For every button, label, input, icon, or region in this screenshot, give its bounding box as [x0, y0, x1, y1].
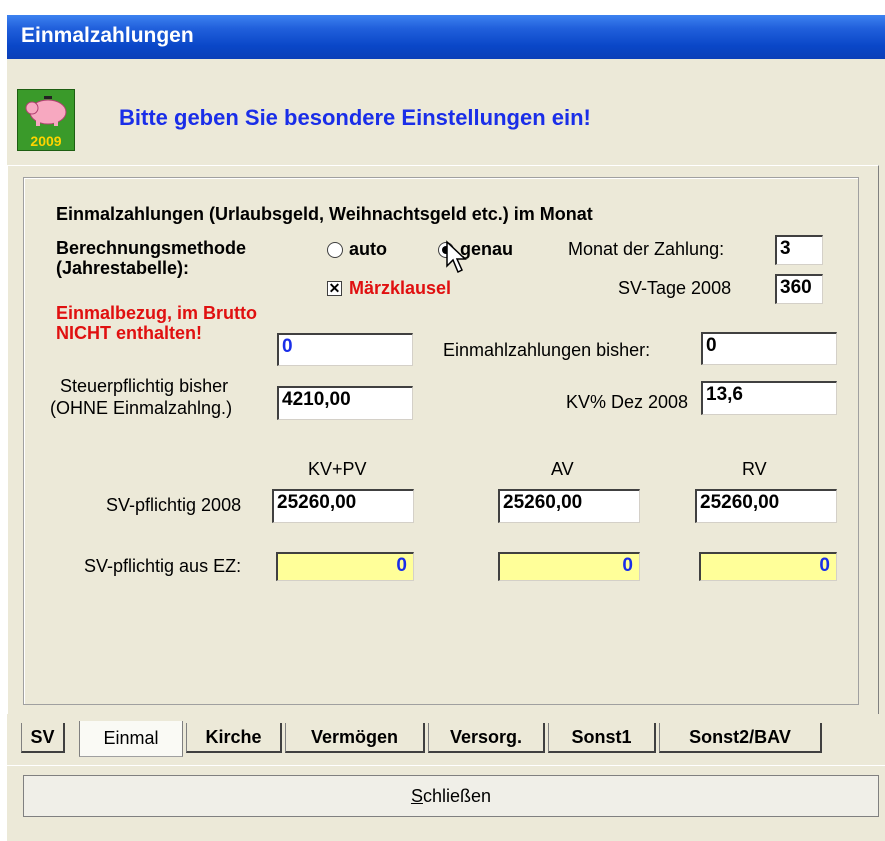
divider [7, 765, 885, 766]
kv-label: KV% Dez 2008 [566, 392, 689, 412]
sv-tage-input[interactable]: 360 [775, 274, 823, 304]
steuer-label-line2: (OHNE Einmalzahlng.) [50, 398, 233, 418]
title-bar[interactable]: Einmalzahlungen [7, 15, 885, 59]
bisher-input[interactable]: 0 [701, 332, 837, 365]
sv-pflichtig-rv-input[interactable]: 25260,00 [695, 489, 837, 523]
sv-ez-av-input[interactable]: 0 [498, 552, 640, 581]
col-header-av: AV [551, 459, 574, 479]
tab-vermoegen[interactable]: Vermögen [285, 723, 425, 753]
monat-input[interactable]: 3 [775, 235, 823, 265]
tab-sv[interactable]: SV [21, 723, 65, 753]
einmalbezug-label-line1: Einmalbezug, im Brutto [56, 303, 258, 323]
header-area: 2009 Bitte geben Sie besondere Einstellu… [7, 59, 885, 165]
section-heading: Einmalzahlungen (Urlaubsgeld, Weihnachts… [56, 204, 593, 224]
radio-auto[interactable] [327, 242, 343, 258]
sv-ez-kvpv-input[interactable]: 0 [276, 552, 414, 581]
sv-pflichtig-kvpv-input[interactable]: 25260,00 [272, 489, 414, 523]
sv-pflichtig-av-input[interactable]: 25260,00 [498, 489, 640, 523]
maerzklausel-label[interactable]: Märzklausel [349, 278, 451, 299]
app-logo-icon: 2009 [17, 89, 75, 151]
tab-versorg[interactable]: Versorg. [428, 723, 545, 753]
maerzklausel-checkbox[interactable]: ✕ [327, 281, 342, 296]
monat-label: Monat der Zahlung: [568, 239, 725, 259]
col-header-rv: RV [742, 459, 767, 479]
steuer-label-line1: Steuerpflichtig bisher [60, 376, 229, 396]
bisher-label: Einmahlzahlungen bisher: [443, 340, 651, 360]
svg-text:2009: 2009 [30, 133, 61, 149]
dialog-window: Einmalzahlungen 2009 Bitte geben Sie bes… [7, 15, 885, 841]
sv-tage-label: SV-Tage 2008 [618, 278, 732, 298]
kv-input[interactable]: 13,6 [701, 381, 837, 415]
close-button[interactable]: Schließen [23, 775, 879, 817]
method-label-line1: Berechnungsmethode [56, 238, 247, 258]
radio-auto-label[interactable]: auto [349, 239, 387, 260]
mouse-cursor-icon [446, 240, 467, 274]
steuer-input[interactable]: 4210,00 [277, 386, 413, 420]
sv-ez-label: SV-pflichtig aus EZ: [84, 556, 242, 576]
sv-pflichtig-label: SV-pflichtig 2008 [106, 495, 242, 515]
tab-bar: SV Einmal Kirche Vermögen Versorg. Sonst… [7, 713, 885, 765]
header-message: Bitte geben Sie besondere Einstellungen … [119, 105, 591, 130]
col-header-kvpv: KV+PV [308, 459, 367, 479]
tab-sonst1[interactable]: Sonst1 [548, 723, 656, 753]
sv-ez-rv-input[interactable]: 0 [699, 552, 837, 581]
tab-sonst2-bav[interactable]: Sonst2/BAV [659, 723, 822, 753]
tab-kirche[interactable]: Kirche [186, 723, 282, 753]
tab-panel: Einmalzahlungen (Urlaubsgeld, Weihnachts… [7, 165, 879, 714]
window-title: Einmalzahlungen [21, 24, 194, 47]
tab-einmal[interactable]: Einmal [79, 721, 183, 757]
settings-group: Einmalzahlungen (Urlaubsgeld, Weihnachts… [23, 177, 859, 705]
method-label-line2: (Jahrestabelle): [56, 258, 190, 278]
einmalbezug-input[interactable]: 0 [277, 333, 413, 366]
einmalbezug-label-line2: NICHT enthalten! [56, 323, 202, 343]
